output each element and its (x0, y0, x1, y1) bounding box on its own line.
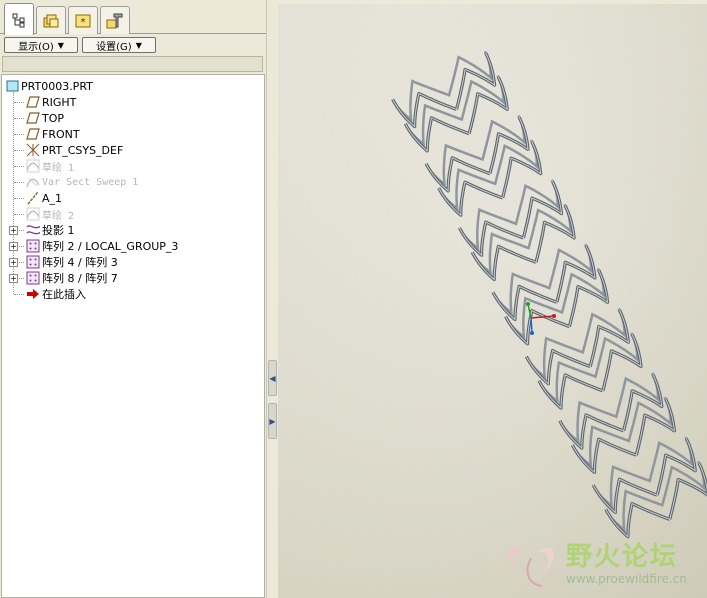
tree-item[interactable]: 草绘 2 (26, 206, 74, 222)
collapse-left-handle[interactable]: ◀ (268, 360, 277, 396)
tree-item[interactable]: 投影 1 (26, 222, 75, 238)
chevron-right-icon: ▶ (269, 416, 276, 426)
tree-item[interactable]: Var Sect Sweep 1 (26, 174, 138, 190)
layers-icon (43, 14, 59, 27)
tree-item-label: 在此插入 (42, 288, 86, 301)
pattern-icon (26, 239, 40, 253)
chevron-down-icon: ▼ (57, 40, 64, 50)
tree-item-label: TOP (42, 111, 65, 125)
tree-branch-line (14, 294, 24, 295)
tree-item-label: PRT_CSYS_DEF (42, 143, 124, 157)
tree-item-label: FRONT (42, 127, 80, 141)
tree-branch-line (14, 150, 24, 151)
sweep-icon (26, 175, 40, 189)
sketch-icon (26, 207, 40, 221)
datum-plane-icon (26, 111, 40, 125)
tree-item[interactable]: A_1 (26, 190, 62, 206)
svg-text:*: * (81, 17, 86, 28)
favorites-icon: * (75, 14, 91, 28)
tree-expand-toggle[interactable]: + (9, 242, 18, 251)
tree-root[interactable]: PRT0003.PRT (5, 78, 93, 94)
tree-item[interactable]: 阵列 4 / 阵列 3 (26, 254, 118, 270)
tree-expand-toggle[interactable]: + (9, 274, 18, 283)
tree-root-label: PRT0003.PRT (21, 79, 93, 93)
settings-menu-button[interactable]: 设置(G) ▼ (82, 37, 156, 53)
expand-right-handle[interactable]: ▶ (268, 403, 277, 439)
stent-model (278, 4, 707, 598)
tree-item[interactable]: 阵列 8 / 阵列 7 (26, 270, 118, 286)
pattern-icon (26, 271, 40, 285)
tree-item-label: Var Sect Sweep 1 (42, 176, 139, 188)
tab-model-tree[interactable] (4, 3, 34, 35)
panel-splitter[interactable]: ◀ ▶ (266, 0, 278, 598)
tree-item[interactable]: PRT_CSYS_DEF (26, 142, 123, 158)
datum-plane-icon (26, 127, 40, 141)
watermark-title: 野火论坛 (566, 542, 679, 572)
tree-item-label: 投影 1 (42, 224, 75, 237)
chevron-down-icon: ▼ (135, 40, 142, 50)
tree-branch-line (14, 166, 24, 167)
tree-item-label: 草绘 1 (42, 162, 75, 174)
datum-axis-icon (26, 191, 40, 205)
chevron-left-icon: ◀ (269, 373, 276, 383)
tree-header-bar (2, 56, 263, 72)
tree-branch-line (14, 198, 24, 199)
watermark-logo-icon (508, 547, 554, 587)
part-icon (5, 79, 19, 93)
projection-icon (26, 223, 40, 237)
tab-favorites[interactable]: * (68, 6, 98, 34)
tree-item-label: 阵列 8 / 阵列 7 (42, 272, 118, 285)
tree-item-label: 阵列 2 / LOCAL_GROUP_3 (42, 240, 179, 253)
model-tree-icon (12, 13, 25, 27)
tree-item-label: 草绘 2 (42, 210, 75, 222)
settings-menu-label: 设置(G) (96, 41, 132, 53)
watermark-url: www.proewildfire.cn (566, 572, 687, 586)
tree-item-label: 阵列 4 / 阵列 3 (42, 256, 118, 269)
tree-item[interactable]: TOP (26, 110, 64, 126)
show-menu-button[interactable]: 显示(O) ▼ (4, 37, 78, 53)
pattern-icon (26, 255, 40, 269)
sketch-icon (26, 159, 40, 173)
watermark: 野火论坛 www.proewildfire.cn (496, 528, 707, 594)
tab-layers[interactable] (36, 6, 66, 34)
tree-branch-line (14, 118, 24, 119)
tree-item[interactable]: FRONT (26, 126, 80, 142)
tree-expand-toggle[interactable]: + (9, 226, 18, 235)
tree-item[interactable]: 草绘 1 (26, 158, 74, 174)
coordinate-system-icon (26, 143, 40, 157)
tab-tools[interactable] (100, 6, 130, 34)
tree-branch-line (14, 182, 24, 183)
graphics-viewport[interactable]: 野火论坛 www.proewildfire.cn (278, 0, 707, 598)
datum-plane-icon (26, 95, 40, 109)
tree-item[interactable]: 在此插入 (26, 286, 86, 302)
tree-item-label: RIGHT (42, 95, 77, 109)
navigator-menu-row: 显示(O) ▼ 设置(G) ▼ (0, 35, 266, 55)
tree-item[interactable]: RIGHT (26, 94, 76, 110)
show-menu-label: 显示(O) (18, 41, 54, 53)
model-tree[interactable]: PRT0003.PRT RIGHT TOP FRONT PRT_CSYS_DEF 草绘 … (1, 74, 265, 598)
tree-branch-line (14, 102, 24, 103)
navigator-panel: * 显示(O) ▼ 设置(G) ▼ PRT0003.PRT RIGHT TOP … (0, 0, 266, 598)
tools-icon (106, 13, 123, 28)
tree-item[interactable]: 阵列 2 / LOCAL_GROUP_3 (26, 238, 178, 254)
tree-branch-line (14, 214, 24, 215)
tree-branch-line (14, 134, 24, 135)
navigator-tab-strip: * (0, 0, 266, 35)
insert-here-arrow-icon (26, 287, 40, 301)
tree-expand-toggle[interactable]: + (9, 258, 18, 267)
tree-item-label: A_1 (42, 191, 63, 205)
